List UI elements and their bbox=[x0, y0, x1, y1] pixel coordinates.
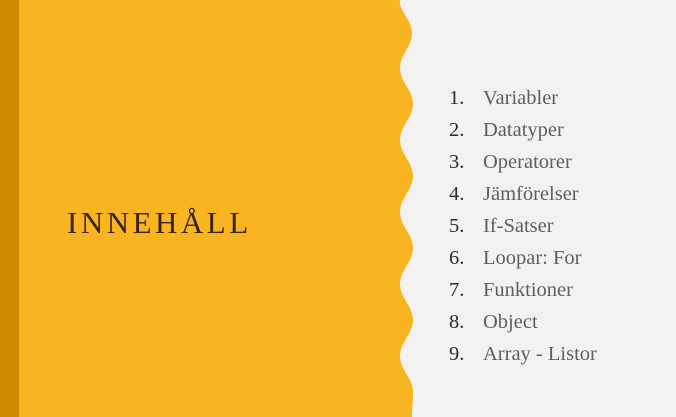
item-number: 9. bbox=[449, 343, 465, 365]
list-item: 9. Array - Listor bbox=[449, 338, 597, 370]
item-text: Array - Listor bbox=[483, 343, 597, 365]
list-item: 5. If-Satser bbox=[449, 210, 597, 242]
item-text: Operatorer bbox=[483, 151, 572, 173]
item-text: Jämförelser bbox=[483, 183, 579, 205]
item-number: 2. bbox=[449, 119, 465, 141]
item-text: If-Satser bbox=[483, 215, 554, 237]
slide-title: INNEHÅLL bbox=[67, 205, 252, 240]
list-item: 2. Datatyper bbox=[449, 114, 597, 146]
list-item: 8. Object bbox=[449, 306, 597, 338]
item-text: Variabler bbox=[483, 87, 559, 109]
accent-stripe bbox=[0, 0, 19, 417]
item-number: 3. bbox=[449, 151, 465, 173]
item-number: 4. bbox=[449, 183, 465, 205]
list-item: 6. Loopar: For bbox=[449, 242, 597, 274]
item-number: 7. bbox=[449, 279, 465, 301]
item-number: 5. bbox=[449, 215, 465, 237]
item-number: 1. bbox=[449, 87, 465, 109]
list-item: 4. Jämförelser bbox=[449, 178, 597, 210]
slide: INNEHÅLL 1. Variabler 2. Datatyper 3. Op… bbox=[0, 0, 676, 417]
list-item: 1. Variabler bbox=[449, 82, 597, 114]
item-text: Datatyper bbox=[483, 119, 564, 141]
list-item: 3. Operatorer bbox=[449, 146, 597, 178]
list-item: 7. Funktioner bbox=[449, 274, 597, 306]
item-text: Loopar: For bbox=[483, 247, 582, 269]
agenda-list: 1. Variabler 2. Datatyper 3. Operatorer … bbox=[449, 82, 597, 370]
item-text: Funktioner bbox=[483, 279, 573, 301]
item-text: Object bbox=[483, 311, 538, 333]
item-number: 6. bbox=[449, 247, 465, 269]
item-number: 8. bbox=[449, 311, 465, 333]
